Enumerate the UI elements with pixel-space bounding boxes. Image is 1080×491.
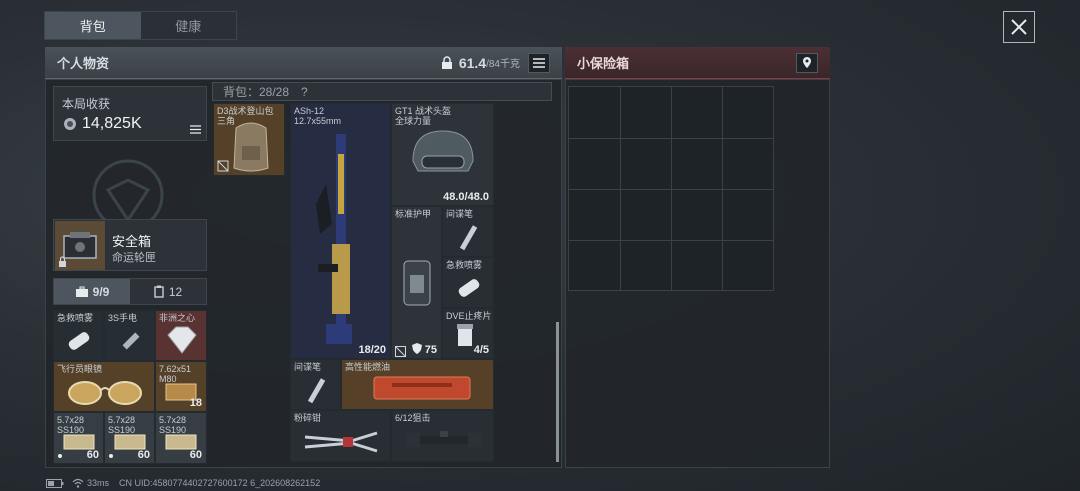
- top-tabs: 背包 健康: [44, 11, 237, 40]
- armor-durability: 75: [424, 344, 437, 356]
- pouch-item[interactable]: 5.7x28 SS190 60: [53, 412, 104, 464]
- ping-value: 33ms: [87, 478, 110, 488]
- backpack-capacity: 背包：28/28: [223, 85, 290, 99]
- spray-icon: [68, 332, 90, 350]
- clipboard-icon: [154, 285, 164, 298]
- weight-max: /84千克: [486, 59, 520, 70]
- personal-title: 个人物资: [57, 56, 110, 71]
- backpack-item[interactable]: 6/12狙击: [391, 410, 494, 462]
- weapon-name: ASh-12: [294, 106, 325, 116]
- tab-pouch-label: 9/9: [92, 284, 110, 299]
- inventory-tabs: 9/9 12: [53, 278, 207, 305]
- earnings-box: 本局收获 14,825K: [53, 86, 207, 141]
- backpack-item[interactable]: 间谍笔: [290, 359, 341, 410]
- backpack-item[interactable]: DVE止疼片 4/5: [442, 308, 494, 359]
- helmet-name: GT1 战术头盔: [395, 106, 452, 116]
- backpack-item[interactable]: 间谍笔: [442, 206, 494, 257]
- tab-pouch[interactable]: 9/9: [54, 279, 130, 304]
- backpack-item[interactable]: 高性能燃油: [341, 359, 494, 410]
- safebox-name: 安全箱: [112, 234, 152, 249]
- vault-title: 小保险箱: [577, 56, 630, 71]
- uid-text: CN UID:4580774402727600172 6_20260826215…: [119, 478, 321, 488]
- tab-health[interactable]: 健康: [141, 12, 237, 39]
- pouch-item[interactable]: 5.7x28 SS190 60: [155, 412, 207, 464]
- tab-keys-label: 12: [168, 284, 183, 299]
- tab-keys[interactable]: 12: [130, 279, 206, 304]
- armor-name: 标准护甲: [395, 209, 432, 219]
- safebox-sub: 命运轮匣: [112, 252, 156, 264]
- unequip-icon: [217, 160, 229, 172]
- pliers-icon: [304, 431, 378, 453]
- unequip-icon: [395, 346, 406, 357]
- spray-icon: [458, 279, 480, 297]
- vault-panel-header: 小保险箱: [565, 47, 830, 79]
- pouch-item[interactable]: 非洲之心: [155, 310, 207, 361]
- sort-button[interactable]: [528, 52, 550, 73]
- sunglasses-icon: [68, 381, 142, 405]
- pouch-item[interactable]: 5.7x28 SS190 60: [104, 412, 155, 464]
- backpack-bag-slot[interactable]: D3战术登山包 三角: [213, 103, 285, 176]
- briefcase-icon: [75, 286, 88, 297]
- pen-icon: [459, 225, 478, 251]
- pouch-item[interactable]: 3S手电: [104, 310, 155, 361]
- padlock-icon: [59, 256, 66, 267]
- wifi-icon: [72, 478, 84, 488]
- location-pin-icon: [803, 56, 811, 68]
- weight-value: 61.4: [458, 54, 487, 71]
- earnings-value: 14,825K: [82, 115, 142, 132]
- pen-icon: [307, 378, 326, 404]
- backpack-scrollbar[interactable]: [556, 322, 559, 462]
- weapon-ammo: 18/20: [358, 344, 386, 356]
- pill-bottle-icon: [457, 324, 473, 346]
- pouch-item[interactable]: 急救喷雾: [53, 310, 104, 361]
- helmet-slot[interactable]: GT1 战术头盔 全球力量 48.0/48.0: [391, 103, 494, 206]
- close-icon: [1011, 19, 1027, 35]
- backpack-header: 背包：28/28 ?: [212, 82, 552, 101]
- helmet-sub: 全球力量: [395, 116, 432, 126]
- armor-slot[interactable]: 标准护甲 75: [391, 206, 442, 359]
- backpack-item[interactable]: 急救喷雾: [442, 257, 494, 308]
- battery-icon: [46, 478, 64, 488]
- pouch-item[interactable]: 飞行员眼镜: [53, 361, 155, 412]
- emblem-watermark: [92, 159, 164, 230]
- pouch-grid: 急救喷雾 3S手电 非洲之心 飞行员眼镜 7.62x51 M80 18 5.7x…: [53, 310, 207, 464]
- pouch-item[interactable]: 7.62x51 M80 18: [155, 361, 207, 412]
- safebox-image: [55, 221, 105, 270]
- coin-icon: [64, 118, 76, 130]
- shield-icon: [412, 343, 422, 354]
- weapon-slot[interactable]: ASh-12 12.7x55mm 18/20: [290, 103, 391, 359]
- helmet-durability: 48.0/48.0: [443, 191, 489, 203]
- fuel-case-icon: [373, 376, 471, 400]
- weight-lock-icon: [441, 55, 452, 69]
- close-button[interactable]: [1003, 11, 1035, 43]
- backpack-icon: [233, 122, 269, 172]
- backpack-item[interactable]: 粉碎钳: [290, 410, 391, 462]
- vault-locate-button[interactable]: [796, 52, 818, 73]
- rifle-icon: [316, 134, 352, 344]
- flashlight-icon: [122, 332, 140, 350]
- scope-icon: [406, 431, 482, 447]
- diamond-icon: [167, 326, 197, 354]
- status-bar: 33ms CN UID:4580774402727600172 6_202608…: [46, 476, 320, 490]
- vault-grid[interactable]: [568, 86, 774, 291]
- tab-backpack[interactable]: 背包: [45, 12, 141, 39]
- safebox-slot[interactable]: 安全箱 命运轮匣: [53, 219, 207, 271]
- list-icon: [533, 57, 545, 68]
- personal-panel-header: 个人物资 61.4 /84千克: [45, 47, 562, 79]
- backpack-help[interactable]: ?: [301, 85, 308, 99]
- earnings-label: 本局收获: [62, 97, 111, 111]
- armor-icon: [403, 260, 431, 306]
- helmet-icon: [412, 130, 474, 172]
- earnings-list-icon[interactable]: [190, 125, 201, 134]
